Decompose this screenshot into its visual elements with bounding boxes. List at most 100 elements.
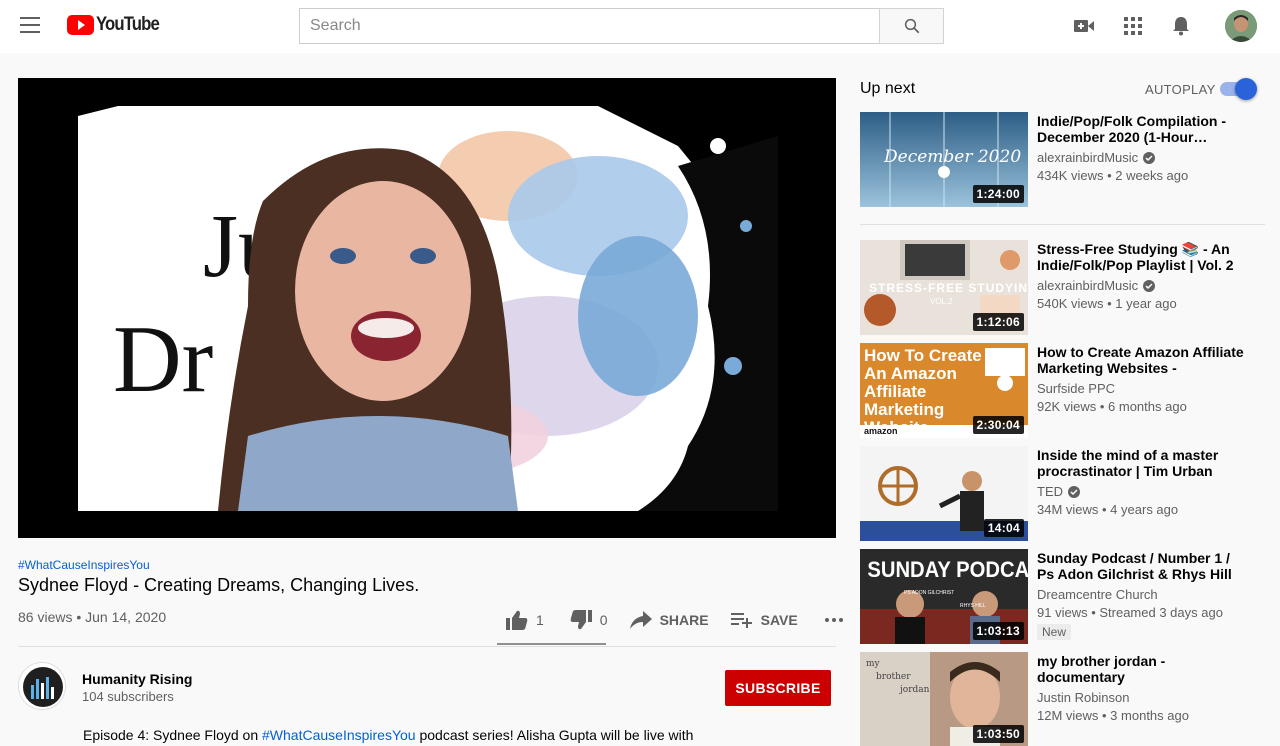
more-actions-button[interactable] — [824, 617, 844, 623]
video-thumbnail[interactable]: STRESS-FREE STUDYING VOL.2 1:12:06 — [860, 240, 1028, 335]
user-avatar[interactable] — [1225, 10, 1257, 42]
video-title[interactable]: Indie/Pop/Folk Compilation - December 20… — [1037, 113, 1247, 145]
video-thumbnail[interactable]: December 2020 1:24:00 — [860, 112, 1028, 207]
thumbs-down-icon — [570, 610, 592, 630]
logo-text: YouTube — [96, 14, 160, 35]
channel-avatar[interactable] — [18, 662, 66, 710]
channel-subscriber-count: 104 subscribers — [82, 689, 174, 704]
video-actions: 1 0 SHARE SAVE — [498, 606, 844, 634]
video-meta: 86 views • Jun 14, 2020 — [18, 609, 167, 625]
channel-name[interactable]: Surfside PPC — [1037, 381, 1115, 396]
top-header: YouTube — [0, 0, 1280, 53]
save-button[interactable]: SAVE — [730, 612, 798, 628]
channel-label: Dreamcentre Church — [1037, 587, 1158, 602]
thumb-sub-left: PS ADON GILCHRIST — [904, 590, 954, 596]
menu-icon[interactable] — [20, 17, 40, 33]
divider — [860, 224, 1265, 225]
thumb-text: How To Create An Amazon Affiliate Market… — [864, 347, 982, 425]
share-button[interactable]: SHARE — [629, 611, 709, 629]
video-duration: 1:12:06 — [972, 313, 1024, 331]
channel-name[interactable]: Humanity Rising — [82, 671, 192, 687]
thumb-sub: VOL.2 — [930, 297, 953, 306]
video-title: Sydnee Floyd - Creating Dreams, Changing… — [18, 575, 420, 595]
video-stats: 12M views • 3 months ago — [1037, 708, 1189, 723]
share-arrow-icon — [629, 611, 652, 629]
video-title[interactable]: Inside the mind of a master procrastinat… — [1037, 447, 1247, 479]
backdrop-text-bottom: Dr — [113, 306, 213, 412]
autoplay-toggle-knob[interactable] — [1235, 78, 1257, 100]
channel-label: alexrainbirdMusic — [1037, 150, 1139, 165]
channel-name[interactable]: alexrainbirdMusic — [1037, 278, 1156, 293]
video-thumbnail[interactable]: How To Create An Amazon Affiliate Market… — [860, 343, 1028, 438]
thumb-text-1: my — [866, 659, 881, 669]
channel-label: Surfside PPC — [1037, 381, 1116, 396]
dislike-button[interactable]: 0 — [570, 610, 608, 630]
youtube-play-icon — [67, 15, 94, 35]
thumb-text: STRESS-FREE STUDYING — [869, 281, 1028, 295]
video-thumbnail[interactable]: SUNDAY PODCAST PS ADON GILCHRIST RHYS HILL… — [860, 549, 1028, 644]
description-suffix: podcast series! Alisha Gupta will be liv… — [415, 727, 694, 743]
like-button[interactable]: 1 — [506, 610, 544, 630]
video-duration: 1:03:13 — [972, 622, 1024, 640]
playlist-add-icon — [730, 613, 752, 628]
youtube-logo[interactable]: YouTube — [67, 14, 167, 36]
video-stats: 91 views • Streamed 3 days ago — [1037, 605, 1223, 620]
search-bar — [299, 8, 944, 44]
description-hashtag-link[interactable]: #WhatCauseInspiresYou — [262, 727, 416, 743]
video-overlay-name: Sydnee Floyd — [78, 494, 125, 503]
more-horizontal-icon — [824, 618, 843, 622]
video-stats: 540K views • 1 year ago — [1037, 296, 1177, 311]
thumbs-up-icon — [506, 610, 528, 630]
video-description: Episode 4: Sydnee Floyd on #WhatCauseIns… — [83, 727, 693, 743]
channel-name[interactable]: alexrainbirdMusic — [1037, 150, 1156, 165]
video-thumbnail[interactable]: my brother jordan 1:03:50 — [860, 652, 1028, 746]
video-stats: 434K views • 2 weeks ago — [1037, 168, 1189, 183]
apps-grid-icon[interactable] — [1121, 14, 1145, 38]
thumb-text: SUNDAY PODCAST — [867, 558, 1028, 582]
verified-check-icon — [1068, 485, 1080, 498]
channel-name[interactable]: Dreamcentre Church — [1037, 587, 1158, 602]
share-label: SHARE — [659, 612, 709, 628]
autoplay-label: AUTOPLAY — [1145, 82, 1216, 97]
video-hashtag-link[interactable]: #WhatCauseInspiresYou — [18, 558, 150, 572]
divider — [18, 646, 836, 647]
channel-name[interactable]: Justin Robinson — [1037, 690, 1130, 705]
channel-label: alexrainbirdMusic — [1037, 278, 1139, 293]
like-ratio-bar — [497, 643, 606, 645]
video-player[interactable]: Ju ed Dr Sydnee Floyd — [18, 78, 836, 538]
thumb-sub: amazon — [864, 426, 898, 436]
video-duration: 2:30:04 — [972, 416, 1024, 434]
recommended-video[interactable]: December 2020 1:24:00 Indie/Pop/Folk Com… — [860, 112, 1265, 208]
video-duration: 14:04 — [983, 519, 1024, 537]
search-button[interactable] — [879, 8, 944, 44]
thumb-text: December 2020 — [883, 147, 1021, 167]
search-icon — [904, 18, 919, 34]
verified-check-icon — [1143, 279, 1156, 292]
video-title[interactable]: How to Create Amazon Affiliate Marketing… — [1037, 344, 1247, 376]
verified-check-icon — [1143, 151, 1156, 164]
video-duration: 1:03:50 — [972, 725, 1024, 743]
subscribe-button[interactable]: SUBSCRIBE — [725, 670, 831, 706]
recommended-video[interactable]: STRESS-FREE STUDYING VOL.2 1:12:06 Stress… — [860, 240, 1265, 336]
channel-label: TED — [1037, 484, 1063, 499]
up-next-heading: Up next — [860, 80, 916, 97]
video-title[interactable]: Sunday Podcast / Number 1 / Ps Adon Gilc… — [1037, 550, 1247, 582]
recommended-video[interactable]: 14:04 Inside the mind of a master procra… — [860, 446, 1265, 542]
video-thumbnail[interactable]: 14:04 — [860, 446, 1028, 541]
thumb-text-3: jordan — [899, 685, 930, 695]
recommended-video[interactable]: How To Create An Amazon Affiliate Market… — [860, 343, 1265, 439]
video-stats: 92K views • 6 months ago — [1037, 399, 1187, 414]
notifications-bell-icon[interactable] — [1169, 14, 1193, 38]
new-badge: New — [1037, 624, 1072, 640]
dislike-count: 0 — [599, 612, 608, 628]
channel-name[interactable]: TED — [1037, 484, 1080, 499]
search-input[interactable] — [299, 8, 879, 44]
recommended-video[interactable]: SUNDAY PODCAST PS ADON GILCHRIST RHYS HILL… — [860, 549, 1265, 645]
thumb-sub-right: RHYS HILL — [960, 603, 986, 609]
video-stats: 34M views • 4 years ago — [1037, 502, 1179, 517]
create-video-icon[interactable] — [1072, 14, 1096, 38]
channel-label: Justin Robinson — [1037, 690, 1130, 705]
recommended-video[interactable]: my brother jordan 1:03:50 my brother jorda… — [860, 652, 1265, 746]
video-title[interactable]: Stress-Free Studying 📚 - An Indie/Folk/P… — [1037, 241, 1247, 273]
video-title[interactable]: my brother jordan - documentary — [1037, 653, 1247, 685]
